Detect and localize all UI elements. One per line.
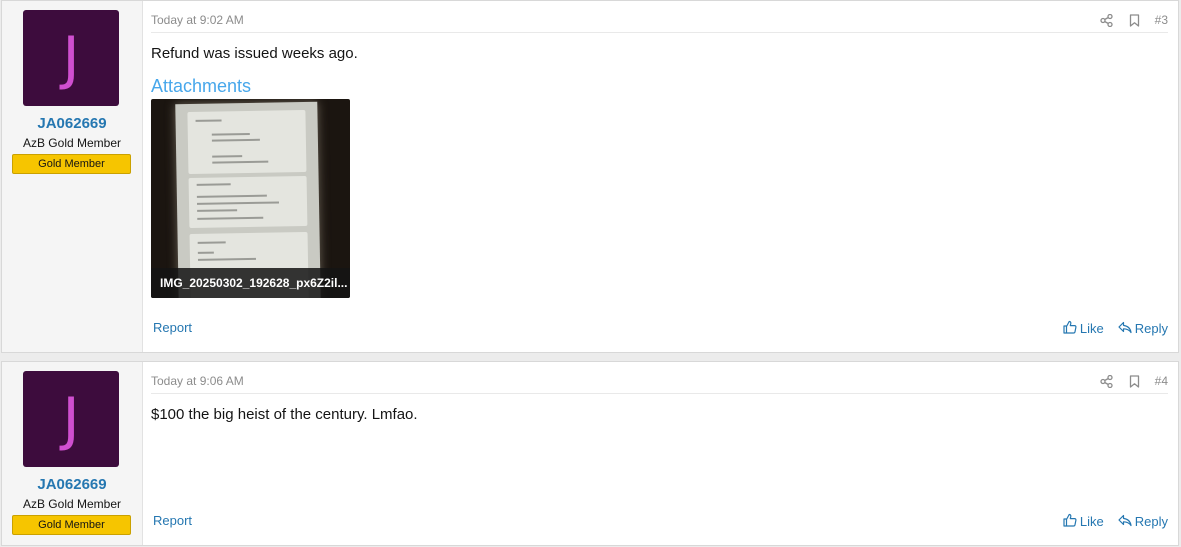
thumbs-up-icon (1063, 320, 1077, 337)
bookmark-icon[interactable] (1127, 12, 1143, 28)
member-badge: Gold Member (12, 154, 131, 174)
report-link[interactable]: Report (153, 320, 192, 335)
user-sidebar: J JA062669 AzB Gold Member Gold Member (2, 1, 143, 352)
post-header: Today at 9:02 AM #3 (151, 1, 1168, 33)
attachments-heading: Attachments (151, 76, 252, 96)
post-text: Refund was issued weeks ago. (151, 45, 358, 62)
post-time[interactable]: Today at 9:02 AM (151, 13, 244, 27)
post-number-link[interactable]: #3 (1155, 13, 1168, 27)
user-title: AzB Gold Member (22, 497, 122, 511)
username-link[interactable]: JA062669 (2, 476, 142, 493)
post-main: Today at 9:06 AM #4 $100 the big heist o… (151, 362, 1168, 545)
like-button[interactable]: Like (1063, 320, 1104, 337)
post-text: $100 the big heist of the century. Lmfao… (151, 406, 418, 423)
like-button[interactable]: Like (1063, 513, 1104, 530)
post-main: Today at 9:02 AM #3 Refund was issued we… (151, 1, 1168, 352)
post-footer: Report Like Reply (151, 320, 1168, 338)
reply-icon (1118, 514, 1132, 530)
avatar[interactable]: J (23, 10, 119, 106)
user-sidebar: J JA062669 AzB Gold Member Gold Member (2, 362, 143, 545)
like-label: Like (1079, 321, 1104, 336)
attachment-thumbnail[interactable]: IMG_20250302_192628_px6Z2il... (151, 99, 350, 298)
reply-label: Reply (1134, 514, 1168, 529)
post-time[interactable]: Today at 9:06 AM (151, 374, 244, 388)
reply-icon (1118, 321, 1132, 337)
thumbs-up-icon (1063, 513, 1077, 530)
member-badge: Gold Member (12, 515, 131, 535)
post-3: J JA062669 AzB Gold Member Gold Member T… (1, 0, 1179, 353)
post-number-link[interactable]: #4 (1155, 374, 1168, 388)
post-4: J JA062669 AzB Gold Member Gold Member T… (1, 361, 1179, 546)
reply-label: Reply (1134, 321, 1168, 336)
bookmark-icon[interactable] (1127, 373, 1143, 389)
post-footer: Report Like Reply (151, 513, 1168, 531)
like-label: Like (1079, 514, 1104, 529)
username-link[interactable]: JA062669 (2, 115, 142, 132)
report-link[interactable]: Report (153, 513, 192, 528)
user-title: AzB Gold Member (22, 136, 122, 150)
share-icon[interactable] (1099, 12, 1115, 28)
reply-button[interactable]: Reply (1118, 320, 1168, 337)
post-header: Today at 9:06 AM #4 (151, 362, 1168, 394)
share-icon[interactable] (1099, 373, 1115, 389)
attachment-caption: IMG_20250302_192628_px6Z2il... (151, 268, 350, 298)
avatar[interactable]: J (23, 371, 119, 467)
reply-button[interactable]: Reply (1118, 513, 1168, 530)
